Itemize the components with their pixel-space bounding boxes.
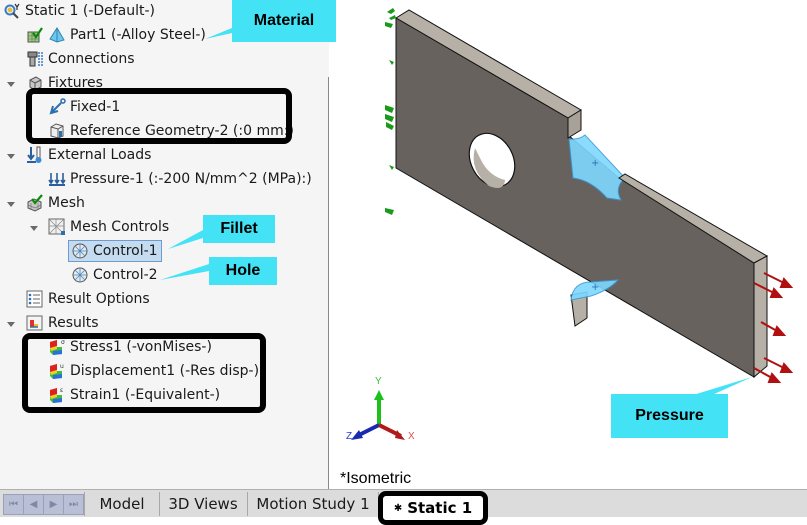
tab-label: Static 1 xyxy=(407,499,473,517)
tree-label: Mesh xyxy=(48,195,85,211)
tab-motion-study-1[interactable]: Motion Study 1 xyxy=(248,492,379,516)
triad-z-label: Z xyxy=(346,431,353,442)
tree-label: Connections xyxy=(48,51,135,67)
tree-label: External Loads xyxy=(48,147,152,163)
tree-item-pressure-1[interactable]: Pressure-1 (:-200 N/mm^2 (MPa):) xyxy=(48,168,312,190)
triad-y-label: Y xyxy=(375,376,382,387)
svg-text:+: + xyxy=(591,282,599,293)
last-tab-button[interactable]: ⏭ xyxy=(63,494,84,515)
highlight-box-fixtures xyxy=(26,88,292,144)
tree-label: Mesh Controls xyxy=(70,219,170,235)
connections-icon xyxy=(26,50,44,68)
next-icon: ▶ xyxy=(49,499,58,510)
tab-static-1[interactable]: ✱ Static 1 xyxy=(378,491,488,525)
tree-item-mesh[interactable]: Mesh xyxy=(26,192,85,214)
tree-root-static-study[interactable]: Static 1 (-Default-) xyxy=(3,0,155,22)
tree-label: Result Options xyxy=(48,291,150,307)
skip-first-icon: ⏮ xyxy=(9,499,18,510)
expand-caret-results[interactable] xyxy=(7,322,15,327)
tree-item-control-1[interactable]: Control-1 xyxy=(68,240,162,262)
result-options-icon xyxy=(26,290,44,308)
callout-fillet: Fillet xyxy=(203,215,275,243)
next-tab-button[interactable]: ▶ xyxy=(43,494,64,515)
expand-caret-mesh[interactable] xyxy=(7,202,15,207)
tree-item-external-loads[interactable]: External Loads xyxy=(26,144,151,166)
tree-label: Results xyxy=(48,315,99,331)
tree-label: Pressure-1 (:-200 N/mm^2 (MPa):) xyxy=(70,171,312,187)
tree-label: Static 1 (-Default-) xyxy=(25,3,156,19)
triad-x-label: X xyxy=(408,431,415,442)
tree-item-result-options[interactable]: Result Options xyxy=(26,288,150,310)
tree-item-connections[interactable]: Connections xyxy=(26,48,135,70)
mesh-icon xyxy=(26,194,44,212)
bottom-tab-bar: ⏮ ◀ ▶ ⏭ Model 3D Views Motion Study 1 ✱ … xyxy=(0,489,807,525)
callout-pressure: Pressure xyxy=(611,394,728,438)
mesh-controls-icon xyxy=(48,218,66,236)
highlight-box-results xyxy=(22,333,266,413)
tab-3d-views[interactable]: 3D Views xyxy=(159,492,248,516)
first-tab-button[interactable]: ⏮ xyxy=(3,494,24,515)
callout-material: Material xyxy=(232,0,336,42)
graphics-viewport[interactable]: + + Y Z X xyxy=(329,0,807,489)
tree-label: Part1 (-Alloy Steel-) xyxy=(70,27,206,43)
expand-caret-external-loads[interactable] xyxy=(7,154,15,159)
expand-caret-mesh-controls[interactable] xyxy=(30,226,38,231)
fixture-symbols xyxy=(385,8,396,215)
tree-item-part[interactable]: Part1 (-Alloy Steel-) xyxy=(26,24,206,46)
results-folder-icon xyxy=(26,314,44,332)
external-loads-icon xyxy=(26,146,44,164)
study-icon: ✱ xyxy=(393,502,403,514)
tree-label: Control-1 xyxy=(93,243,158,259)
mesh-check-icon xyxy=(26,26,44,44)
tree-item-results[interactable]: Results xyxy=(26,312,99,334)
mesh-control-icon xyxy=(71,266,89,284)
expand-caret-fixtures[interactable] xyxy=(7,82,15,87)
pressure-icon xyxy=(48,170,66,188)
coordinate-triad xyxy=(351,390,405,440)
part-icon xyxy=(48,26,66,44)
tree-item-control-2[interactable]: Control-2 xyxy=(71,264,158,286)
tree-label: Control-2 xyxy=(93,267,158,283)
previous-tab-button[interactable]: ◀ xyxy=(23,494,44,515)
callout-hole: Hole xyxy=(209,257,277,285)
view-orientation-label: *Isometric xyxy=(340,470,412,487)
skip-last-icon: ⏭ xyxy=(69,499,78,510)
previous-icon: ◀ xyxy=(29,499,38,510)
svg-text:+: + xyxy=(591,158,599,169)
study-icon xyxy=(3,2,21,20)
mesh-control-icon xyxy=(71,242,89,260)
part-model: + + xyxy=(351,8,794,440)
tab-model[interactable]: Model xyxy=(84,492,160,516)
tree-item-mesh-controls[interactable]: Mesh Controls xyxy=(48,216,169,238)
